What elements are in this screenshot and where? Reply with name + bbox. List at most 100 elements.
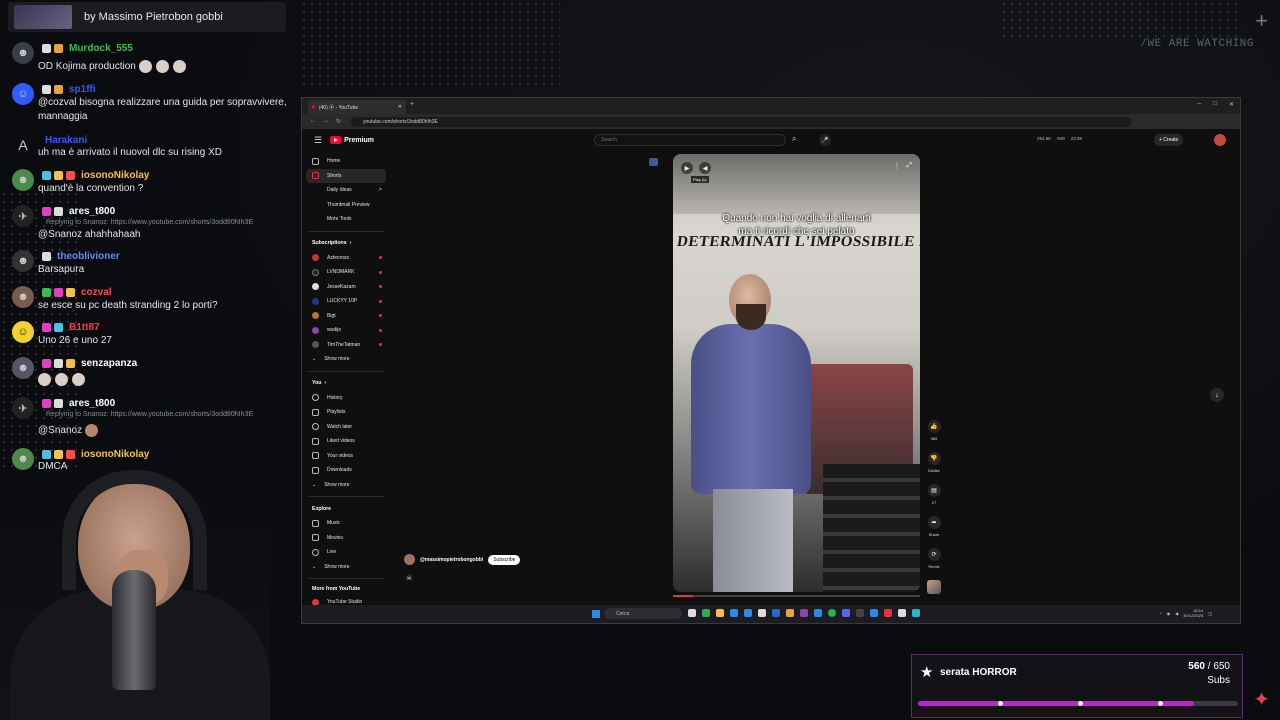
sidebar-item-home[interactable]: Home — [306, 154, 386, 169]
volume-icon[interactable]: ◀ — [699, 162, 711, 174]
fullscreen-icon[interactable]: ⤢ — [906, 162, 912, 170]
more-icon[interactable]: ⋮ — [893, 162, 900, 170]
sidebar-item-downloads[interactable]: Downloads — [306, 463, 386, 478]
dislike-button[interactable]: 👎 Dislike — [927, 452, 941, 484]
chat-username[interactable]: iosonoNikolay — [81, 449, 149, 460]
sidebar-item-shorts[interactable]: Shorts — [306, 168, 386, 183]
next-short-button[interactable]: ↓ — [1210, 388, 1224, 402]
show-more-button[interactable]: ⌄ Show more — [306, 352, 386, 367]
sidebar-item-music[interactable]: Music — [306, 516, 386, 531]
sidebar-item-subscription[interactable]: LVNDMARK — [306, 265, 386, 280]
app-icon[interactable] — [912, 609, 920, 617]
back-icon[interactable]: ← — [310, 118, 316, 125]
sidebar-label: Live — [327, 549, 337, 556]
youtube-logo[interactable]: Premium — [330, 136, 374, 144]
browser-tab[interactable]: ▶ (40) ⦿ - YouTube ✕ — [308, 100, 406, 114]
volume-icon[interactable]: ◀ — [1175, 611, 1178, 616]
short-video-player[interactable]: DETERMINATI L'IMPOSSIBILE NON ESISTE Qua… — [673, 154, 920, 592]
sidebar-item-subscription[interactable]: Bigt — [306, 309, 386, 324]
play-icon[interactable]: ▶ — [681, 162, 693, 174]
app-icon[interactable] — [814, 609, 822, 617]
chat-username[interactable]: theoblivioner — [57, 251, 120, 262]
sidebar-item-subscription[interactable]: Aztecross — [306, 251, 386, 266]
remix-button[interactable]: ⟳ Remix — [927, 548, 941, 580]
reload-icon[interactable]: ↻ — [336, 118, 341, 125]
chat-username[interactable]: cozval — [81, 287, 112, 298]
app-icon[interactable] — [758, 609, 766, 617]
show-more-button[interactable]: ⌄ Show more — [306, 560, 386, 575]
chat-username[interactable]: Harakani — [45, 135, 87, 146]
sidebar-item-subscription[interactable]: JesseKazam — [306, 280, 386, 295]
tray-chevron-icon[interactable]: ^ — [1160, 611, 1162, 616]
sidebar-item-movies[interactable]: Movies — [306, 531, 386, 546]
network-icon[interactable]: ◉ — [1167, 611, 1171, 616]
maximize-icon[interactable]: □ — [1213, 101, 1217, 108]
search-icon[interactable]: ⌕ — [792, 134, 796, 144]
search-input[interactable]: Search — [594, 134, 786, 146]
audio-thumbnail[interactable] — [927, 580, 941, 594]
play-tooltip: Play (k) — [691, 176, 709, 183]
close-tab-icon[interactable]: ✕ — [398, 104, 402, 110]
app-icon[interactable] — [870, 609, 878, 617]
create-button[interactable]: + Create — [1154, 134, 1184, 146]
close-window-icon[interactable]: ✕ — [1229, 101, 1234, 108]
menu-icon[interactable]: ☰ — [314, 135, 322, 146]
minimize-icon[interactable]: ─ — [1197, 101, 1201, 108]
sidebar-item-liked-videos[interactable]: Liked videos — [306, 434, 386, 449]
sidebar-item-your-videos[interactable]: Your videos — [306, 449, 386, 464]
user-avatar: ☻ — [12, 250, 34, 272]
chat-username[interactable]: ares_t800 — [69, 206, 115, 217]
sidebar-item-live[interactable]: Live — [306, 545, 386, 560]
start-icon[interactable] — [592, 610, 600, 618]
forward-icon[interactable]: → — [323, 118, 329, 125]
app-icon[interactable] — [688, 609, 696, 617]
sidebar-item-daily-ideas[interactable]: Daily Ideas ↗ — [306, 183, 386, 198]
sidebar-item-subscription[interactable]: TimTheTatman — [306, 338, 386, 353]
sidebar-item-more-tools[interactable]: More Tools — [306, 212, 386, 227]
app-icon[interactable] — [744, 609, 752, 617]
chat-username[interactable]: Murdock_555 — [69, 43, 133, 54]
clock[interactable]: 18:14 30/12/2025 — [1183, 608, 1203, 618]
overlay-toggle-icon[interactable] — [649, 158, 658, 166]
chrome-icon[interactable] — [702, 609, 710, 617]
chat-username[interactable]: iosonoNikolay — [81, 170, 149, 181]
edge-icon[interactable] — [730, 609, 738, 617]
app-icon[interactable] — [898, 609, 906, 617]
like-button[interactable]: 👍 965 — [927, 420, 941, 452]
mic-icon[interactable]: 🎤 — [819, 134, 831, 146]
sidebar-item-watch-later[interactable]: Watch later — [306, 420, 386, 435]
emote-icon — [138, 60, 152, 73]
sidebar-item-subscription[interactable]: LUCKYY 10P — [306, 294, 386, 309]
folder-icon[interactable] — [716, 609, 724, 617]
chat-username[interactable]: B1tt87 — [69, 322, 100, 333]
app-icon[interactable] — [856, 609, 864, 617]
chat-username[interactable]: ares_t800 — [69, 398, 115, 409]
chat-username[interactable]: senzapanza — [81, 358, 137, 369]
channel-avatar[interactable] — [404, 554, 415, 565]
live-dot-icon — [379, 314, 382, 318]
url-field[interactable]: youtube.com/shorts/3odd80hIh3E — [351, 116, 1132, 127]
chat-username[interactable]: sp1ffi — [69, 84, 96, 95]
notification-icon[interactable]: ◫ — [1208, 611, 1212, 616]
comment-button[interactable]: ▤ 27 — [927, 484, 941, 516]
app-icon[interactable] — [884, 609, 892, 617]
spotify-icon[interactable] — [828, 609, 836, 617]
channel-name[interactable]: @massimopietrobongobbi — [420, 557, 483, 563]
account-avatar[interactable] — [1214, 134, 1226, 146]
you-heading[interactable]: You › — [306, 376, 386, 391]
app-icon[interactable] — [786, 609, 794, 617]
app-icon[interactable] — [800, 609, 808, 617]
taskbar-search[interactable]: Cerca — [604, 608, 682, 619]
share-button[interactable]: ➦ Share — [927, 516, 941, 548]
video-progress-bar[interactable] — [673, 595, 920, 597]
subscribe-button[interactable]: Subscribe — [488, 554, 521, 565]
sidebar-item-subscription[interactable]: wudijo — [306, 323, 386, 338]
discord-icon[interactable] — [842, 609, 850, 617]
subscriptions-heading[interactable]: Subscriptions › — [306, 236, 386, 251]
sidebar-item-playlists[interactable]: Playlists — [306, 405, 386, 420]
sidebar-item-history[interactable]: History — [306, 391, 386, 406]
sidebar-item-thumbnail-preview[interactable]: Thumbnail Preview — [306, 198, 386, 213]
show-more-button[interactable]: ⌄ Show more — [306, 478, 386, 493]
steam-icon[interactable] — [772, 609, 780, 617]
new-tab-icon[interactable]: + — [410, 101, 414, 108]
